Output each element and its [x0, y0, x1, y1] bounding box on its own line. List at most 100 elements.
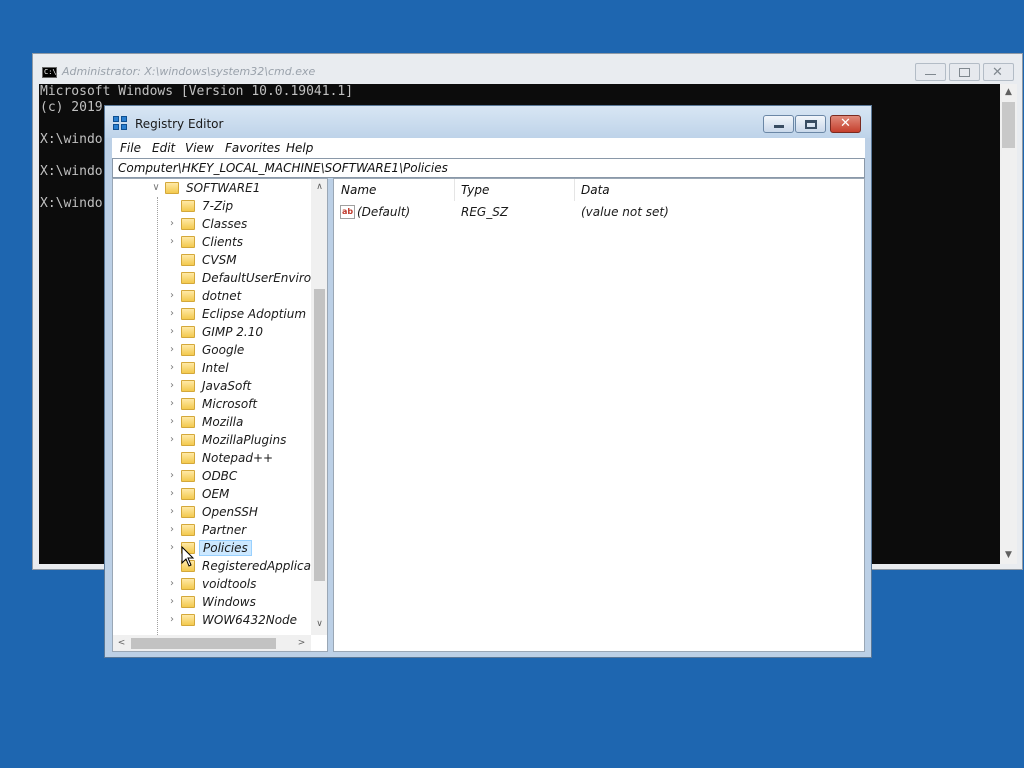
- collapsed-chevron-icon[interactable]: ›: [165, 341, 179, 359]
- string-value-icon: ab: [340, 205, 355, 219]
- collapsed-chevron-icon[interactable]: ›: [165, 575, 179, 593]
- tree-node-label: Google: [202, 343, 245, 357]
- collapsed-chevron-icon[interactable]: ›: [165, 233, 179, 251]
- collapsed-chevron-icon[interactable]: ›: [165, 323, 179, 341]
- folder-icon: [181, 272, 195, 284]
- collapsed-chevron-icon[interactable]: ›: [165, 431, 179, 449]
- tree-node-label: voidtools: [202, 577, 257, 591]
- regedit-close-button[interactable]: ✕: [830, 115, 861, 133]
- maximize-icon: [805, 120, 817, 129]
- cmd-minimize-button[interactable]: [915, 63, 946, 81]
- minimize-icon: [925, 74, 936, 75]
- column-divider[interactable]: [454, 179, 455, 201]
- collapsed-chevron-icon[interactable]: ›: [165, 359, 179, 377]
- tree-hscroll-thumb[interactable]: [131, 638, 276, 649]
- folder-open-icon: [165, 182, 179, 194]
- tree-node-label: Microsoft: [202, 397, 258, 411]
- scroll-up-arrow-icon[interactable]: ∧: [311, 179, 327, 196]
- cmd-maximize-button[interactable]: [949, 63, 980, 81]
- tree-node-label: GIMP 2.10: [202, 325, 263, 339]
- collapsed-chevron-icon[interactable]: ›: [165, 395, 179, 413]
- tree-node-label: Mozilla: [202, 415, 244, 429]
- regedit-titlebar[interactable]: Registry Editor ✕: [105, 106, 871, 138]
- tree-node-label: OEM: [202, 487, 230, 501]
- regedit-app-icon: [113, 116, 129, 132]
- tree-guide-line: [157, 197, 158, 637]
- cmd-scroll-thumb[interactable]: [1002, 102, 1015, 148]
- expanded-chevron-icon[interactable]: ∨: [149, 179, 163, 197]
- tree-node-label: Policies: [199, 540, 252, 556]
- regedit-window-title: Registry Editor: [135, 117, 224, 131]
- tree-node-label: Classes: [202, 217, 248, 231]
- collapsed-chevron-icon[interactable]: ›: [165, 413, 179, 431]
- collapsed-chevron-icon[interactable]: ›: [165, 377, 179, 395]
- scroll-down-arrow-icon[interactable]: ▼: [1000, 547, 1017, 564]
- column-header-data[interactable]: Data: [581, 183, 610, 197]
- scroll-down-arrow-icon[interactable]: ∨: [311, 616, 327, 633]
- tree-node-label: WOW6432Node: [202, 613, 298, 627]
- collapsed-chevron-icon[interactable]: ›: [165, 287, 179, 305]
- table-row[interactable]: ab (Default) REG_SZ (value not set): [334, 203, 864, 221]
- tree-node-label: SOFTWARE1: [186, 181, 261, 195]
- folder-icon: [181, 506, 195, 518]
- collapsed-chevron-icon[interactable]: ›: [165, 539, 179, 557]
- maximize-icon: [959, 68, 970, 77]
- collapsed-chevron-icon[interactable]: ›: [165, 467, 179, 485]
- scroll-left-arrow-icon[interactable]: <: [113, 635, 130, 651]
- tree-node-label: Notepad++: [202, 451, 274, 465]
- tree-node-label: Partner: [202, 523, 247, 537]
- menu-file[interactable]: File: [120, 141, 141, 155]
- folder-icon: [181, 434, 195, 446]
- column-header-type[interactable]: Type: [461, 183, 489, 197]
- registry-tree-pane[interactable]: ∨ SOFTWARE1 7-Zip › Classes › Clients CVSM Def…: [112, 178, 328, 652]
- folder-icon: [181, 254, 195, 266]
- tree-vertical-scrollbar[interactable]: ∧ ∨: [311, 179, 327, 635]
- address-bar[interactable]: Computer\HKEY_LOCAL_MACHINE\SOFTWARE1\Po…: [112, 158, 865, 178]
- column-divider[interactable]: [574, 179, 575, 201]
- regedit-minimize-button[interactable]: [763, 115, 794, 133]
- collapsed-chevron-icon[interactable]: ›: [165, 485, 179, 503]
- menu-favorites[interactable]: Favorites: [225, 141, 280, 155]
- folder-icon: [181, 452, 195, 464]
- menu-edit[interactable]: Edit: [152, 141, 175, 155]
- folder-icon: [181, 218, 195, 230]
- console-line: Microsoft Windows [Version 10.0.19041.1]: [40, 84, 354, 99]
- value-name: (Default): [357, 205, 411, 219]
- folder-icon: [181, 524, 195, 536]
- tree-node-label: OpenSSH: [202, 505, 258, 519]
- registry-values-pane[interactable]: Name Type Data ab (Default) REG_SZ (valu…: [333, 178, 865, 652]
- tree-horizontal-scrollbar[interactable]: < >: [113, 635, 311, 651]
- scroll-right-arrow-icon[interactable]: >: [293, 635, 310, 651]
- tree-node-label: 7-Zip: [202, 199, 234, 213]
- cmd-titlebar[interactable]: C:\. Administrator: X:\windows\system32\…: [33, 54, 1022, 84]
- menu-view[interactable]: View: [185, 141, 214, 155]
- tree-scroll-thumb[interactable]: [314, 289, 325, 581]
- cmd-close-button[interactable]: ✕: [983, 63, 1014, 81]
- list-header: Name Type Data: [334, 179, 864, 201]
- folder-icon: [181, 200, 195, 212]
- registry-editor-window[interactable]: Registry Editor ✕ File Edit View Favorit…: [104, 105, 872, 658]
- collapsed-chevron-icon[interactable]: ›: [165, 215, 179, 233]
- folder-icon: [181, 578, 195, 590]
- cmd-vertical-scrollbar[interactable]: ▲ ▼: [1000, 84, 1017, 564]
- folder-icon: [181, 290, 195, 302]
- cmd-window-title: Administrator: X:\windows\system32\cmd.e…: [62, 65, 316, 78]
- collapsed-chevron-icon[interactable]: ›: [165, 305, 179, 323]
- regedit-maximize-button[interactable]: [795, 115, 826, 133]
- menu-help[interactable]: Help: [286, 141, 313, 155]
- scroll-up-arrow-icon[interactable]: ▲: [1000, 84, 1017, 101]
- tree-node-label: ODBC: [202, 469, 238, 483]
- collapsed-chevron-icon[interactable]: ›: [165, 503, 179, 521]
- collapsed-chevron-icon[interactable]: ›: [165, 593, 179, 611]
- value-data: (value not set): [581, 205, 669, 219]
- collapsed-chevron-icon[interactable]: ›: [165, 521, 179, 539]
- tree-node-label: RegisteredApplicatic: [202, 559, 326, 573]
- column-header-name[interactable]: Name: [341, 183, 376, 197]
- close-icon: ✕: [840, 116, 851, 131]
- collapsed-chevron-icon[interactable]: ›: [165, 611, 179, 629]
